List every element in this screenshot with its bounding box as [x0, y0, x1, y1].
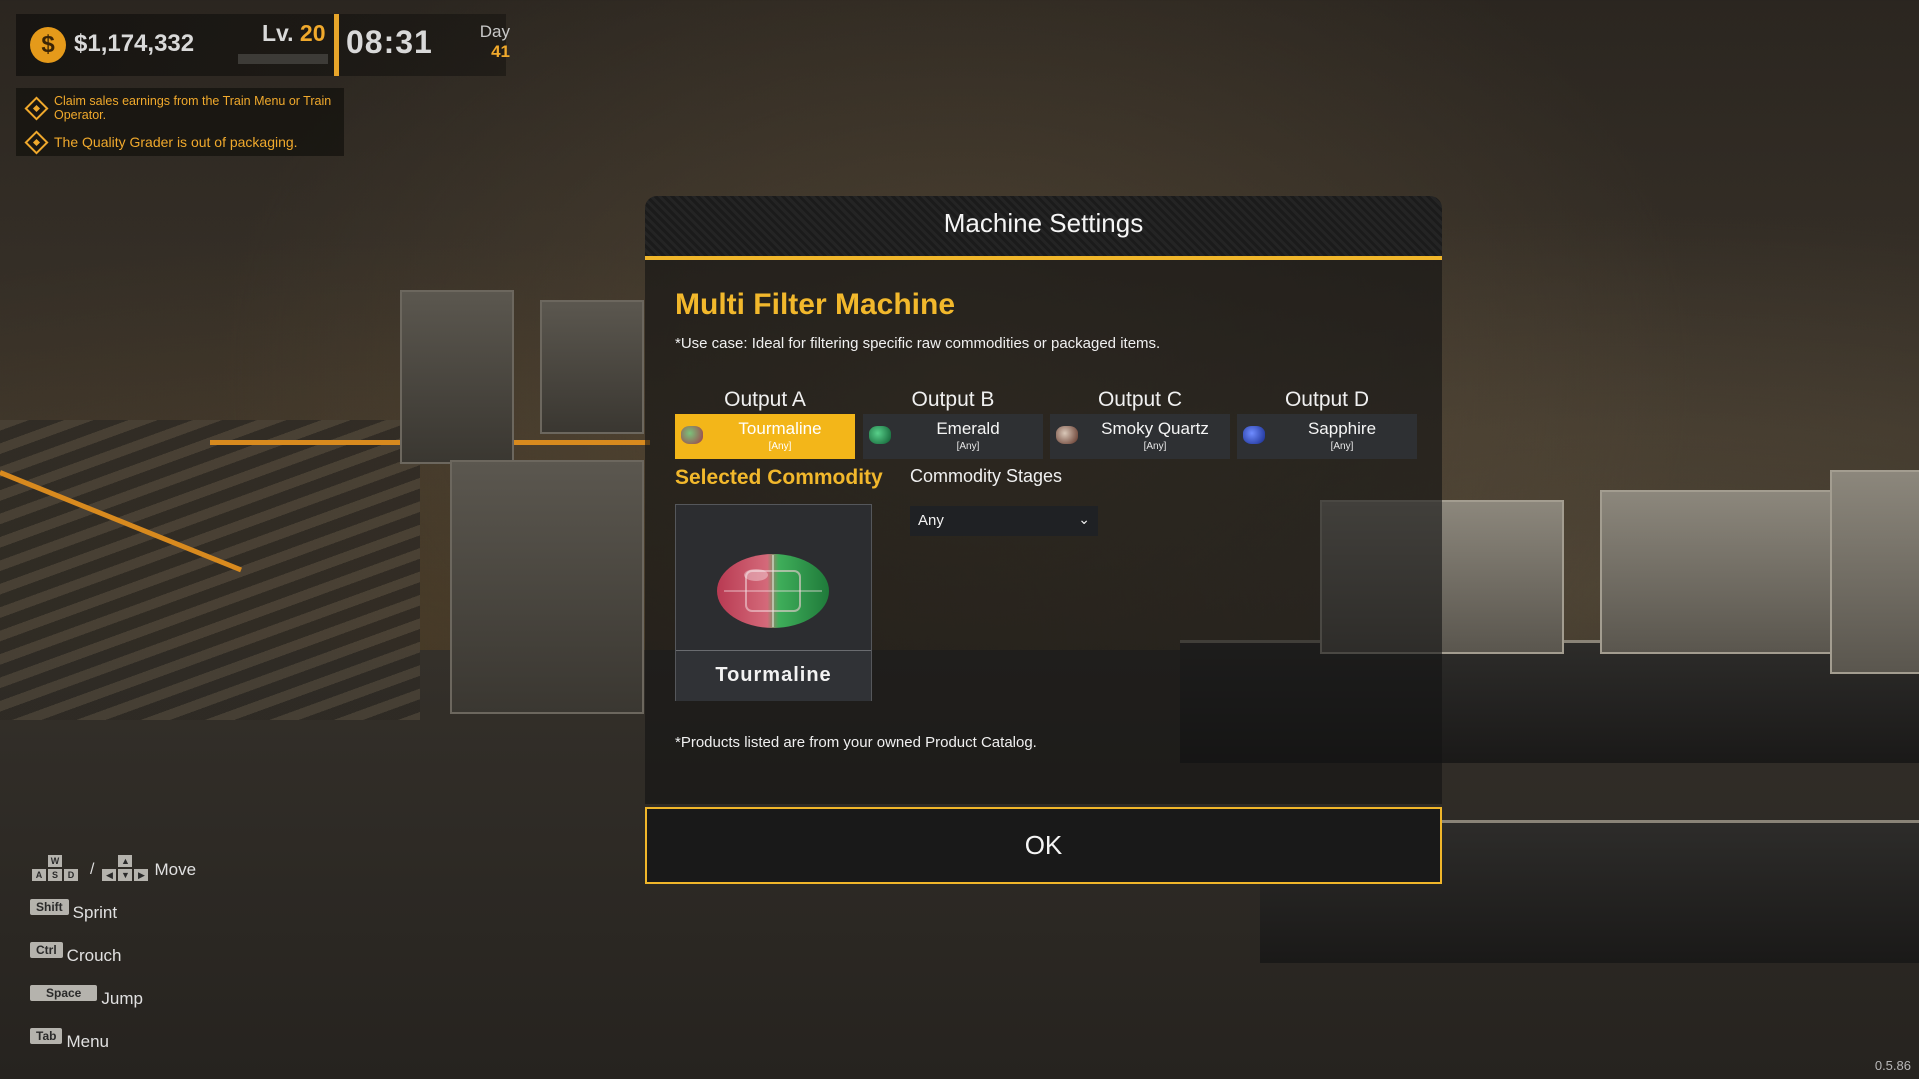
- game-clock: 08:31: [346, 24, 433, 60]
- polish-machine: [1600, 490, 1834, 654]
- control-move: W A S D / ▲ ◀ ▼ ▶ Move: [30, 848, 196, 891]
- output-c-header: Output C: [1097, 388, 1183, 411]
- selected-commodity-label: Selected Commodity: [675, 466, 883, 489]
- output-d-commodity: Sapphire: [1307, 419, 1377, 438]
- selected-commodity-card: Tourmaline: [675, 504, 872, 701]
- tourmaline-gem-icon: [681, 426, 703, 444]
- crouch-label: Crouch: [66, 945, 122, 965]
- notification-text: The Quality Grader is out of packaging.: [54, 134, 298, 150]
- commodity-stages-label: Commodity Stages: [910, 466, 1063, 486]
- status-hud: $ $1,174,332 Lv. 20 08:31 Day 41: [16, 14, 510, 76]
- sapphire-gem-icon: [1243, 426, 1265, 444]
- wasd-keys-icon: W A S D: [30, 854, 80, 885]
- player-level: Lv. 20: [262, 20, 326, 47]
- output-d-header: Output D: [1284, 388, 1370, 411]
- control-jump: Space Jump: [30, 977, 196, 1020]
- slash: /: [90, 860, 95, 878]
- staircase: [0, 420, 420, 720]
- background-machine: [540, 300, 644, 434]
- output-a-header: Output A: [724, 388, 806, 411]
- tab-key-icon: Tab: [30, 1027, 63, 1044]
- background-machine: [1830, 470, 1919, 674]
- ctrl-key-icon: Ctrl: [30, 941, 63, 958]
- background-machine: [450, 460, 644, 714]
- level-prefix: Lv.: [262, 20, 294, 46]
- control-crouch: Ctrl Crouch: [30, 934, 196, 977]
- product-catalog-note: *Products listed are from your owned Pro…: [675, 734, 1037, 751]
- notification-text: Claim sales earnings from the Train Menu…: [54, 94, 332, 122]
- dialog-title: Machine Settings: [943, 208, 1144, 238]
- hud-divider: [334, 14, 339, 76]
- catwalk-railing: [210, 440, 650, 445]
- shift-key-icon: Shift: [30, 898, 69, 915]
- output-c-stage: [Any]: [1143, 441, 1167, 452]
- output-a-stage: [Any]: [768, 441, 792, 452]
- level-number: 20: [299, 20, 326, 46]
- controls-legend: W A S D / ▲ ◀ ▼ ▶ Move Shift Sprint Ctrl…: [30, 848, 196, 1063]
- machine-trim: [470, 610, 630, 614]
- output-d-stage: [Any]: [1330, 441, 1354, 452]
- output-b-button[interactable]: Emerald [Any]: [863, 414, 1043, 459]
- output-a-button[interactable]: Tourmaline [Any]: [675, 414, 855, 459]
- control-menu: Tab Menu: [30, 1020, 196, 1063]
- output-c-commodity: Smoky Quartz: [1101, 419, 1209, 438]
- emerald-gem-icon: [869, 426, 891, 444]
- output-d-button[interactable]: Sapphire [Any]: [1237, 414, 1417, 459]
- jump-label: Jump: [101, 988, 143, 1008]
- commodity-stage-select[interactable]: Any ⌄: [910, 506, 1098, 536]
- selected-commodity-name: Tourmaline: [676, 650, 871, 701]
- control-sprint: Shift Sprint: [30, 891, 196, 934]
- version-label: 0.5.86: [1874, 1058, 1911, 1073]
- output-b-stage: [Any]: [956, 441, 980, 452]
- day-counter: Day 41: [460, 22, 510, 62]
- arrow-keys-icon: ▲ ◀ ▼ ▶: [100, 854, 150, 885]
- money-balance: $1,174,332: [74, 30, 195, 57]
- commodity-stage-value: Any: [918, 512, 944, 529]
- move-label: Move: [154, 859, 197, 879]
- output-a-commodity: Tourmaline: [738, 419, 822, 438]
- xp-bar: [238, 54, 328, 64]
- background-machine: [400, 290, 514, 464]
- day-number: 41: [491, 42, 510, 61]
- menu-label: Menu: [66, 1031, 109, 1051]
- tourmaline-image: [676, 505, 871, 650]
- sprint-label: Sprint: [72, 902, 118, 922]
- day-label: Day: [479, 22, 510, 41]
- machine-settings-dialog: Machine Settings Multi Filter Machine *U…: [645, 196, 1442, 884]
- output-b-commodity: Emerald: [936, 419, 1000, 438]
- dialog-header: Machine Settings: [645, 196, 1442, 260]
- dialog-body: Multi Filter Machine *Use case: Ideal fo…: [645, 260, 1442, 804]
- alert-diamond-icon: [24, 96, 49, 121]
- notification: Claim sales earnings from the Train Menu…: [16, 88, 344, 128]
- machine-name: Multi Filter Machine: [675, 288, 956, 321]
- stair-railing: [0, 470, 243, 573]
- output-c-button[interactable]: Smoky Quartz [Any]: [1050, 414, 1230, 459]
- notification: The Quality Grader is out of packaging.: [16, 128, 344, 156]
- use-case-text: *Use case: Ideal for filtering specific …: [675, 335, 1161, 352]
- smoky-quartz-gem-icon: [1056, 426, 1078, 444]
- output-b-header: Output B: [911, 388, 995, 411]
- space-key-icon: Space: [30, 984, 98, 1001]
- alert-diamond-icon: [24, 130, 49, 155]
- ok-button[interactable]: OK: [645, 807, 1442, 884]
- coin-icon: $: [30, 27, 66, 63]
- chevron-down-icon: ⌄: [1078, 511, 1090, 527]
